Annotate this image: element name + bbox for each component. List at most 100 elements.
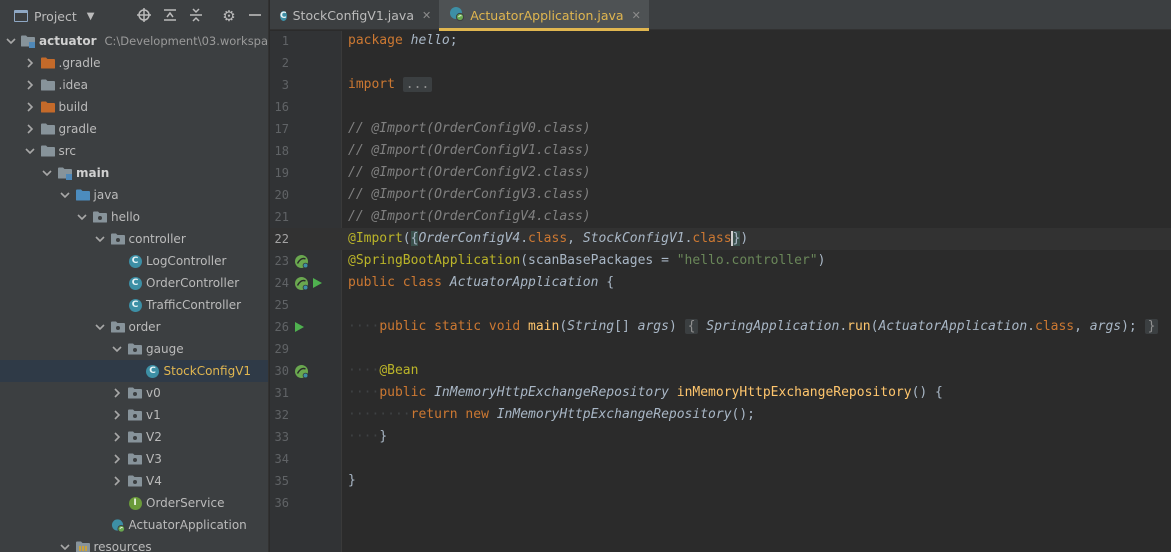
- tree-item-v1[interactable]: v1: [0, 404, 268, 426]
- chevron-right-icon[interactable]: [24, 57, 36, 69]
- code-line[interactable]: 23 @SpringBootApplication(scanBasePackage…: [270, 250, 1171, 272]
- tree-item-v2[interactable]: V2: [0, 426, 268, 448]
- tab-actuatorapplication-java[interactable]: ActuatorApplication.java ✕: [439, 0, 649, 31]
- code-line[interactable]: 34: [270, 448, 1171, 470]
- line-number: 31: [274, 386, 289, 400]
- code-token: OrderConfigV4: [418, 231, 521, 246]
- tree-item-main[interactable]: main: [0, 162, 268, 184]
- spring-bean-icon[interactable]: [294, 364, 309, 379]
- tree-item-logcontroller[interactable]: C LogController: [0, 250, 268, 272]
- tree-item-actuatorapplication[interactable]: ActuatorApplication: [0, 514, 268, 536]
- tree-item-gauge[interactable]: gauge: [0, 338, 268, 360]
- code-editor[interactable]: 1 package hello; 2 3 import ... 16 17// @Impor…: [270, 31, 1171, 552]
- code-line[interactable]: 20 // @Import(OrderConfigV3.class): [270, 184, 1171, 206]
- project-view-icon[interactable]: [14, 10, 28, 22]
- chevron-down-icon[interactable]: [111, 343, 123, 355]
- code-text: @SpringBootApplication(scanBasePackages …: [348, 250, 825, 272]
- code-line[interactable]: 29: [270, 338, 1171, 360]
- tree-item-controller[interactable]: controller: [0, 228, 268, 250]
- tree-item-v0[interactable]: v0: [0, 382, 268, 404]
- line-number: 2: [281, 56, 289, 70]
- code-line[interactable]: 2: [270, 52, 1171, 74]
- tree-item-build[interactable]: build: [0, 96, 268, 118]
- tree-item-java[interactable]: java: [0, 184, 268, 206]
- code-token: ····: [348, 429, 380, 444]
- tree-item-v4[interactable]: V4: [0, 470, 268, 492]
- tree-item-src[interactable]: src: [0, 140, 268, 162]
- code-line[interactable]: 26 ····public static void main(String[] a…: [270, 316, 1171, 338]
- tree-item-ordercontroller[interactable]: C OrderController: [0, 272, 268, 294]
- chevron-down-icon[interactable]: [94, 321, 106, 333]
- close-icon[interactable]: ✕: [422, 9, 431, 22]
- code-line[interactable]: 17 // @Import(OrderConfigV0.class): [270, 118, 1171, 140]
- code-line[interactable]: 30 ····@Bean: [270, 360, 1171, 382]
- chevron-down-icon[interactable]: [94, 233, 106, 245]
- tree-item-orderservice[interactable]: I OrderService: [0, 492, 268, 514]
- tree-item-v3[interactable]: V3: [0, 448, 268, 470]
- code-line[interactable]: 18 // @Import(OrderConfigV1.class): [270, 140, 1171, 162]
- tree-item-label: StockConfigV1: [163, 364, 252, 378]
- code-line[interactable]: 1 package hello;: [270, 30, 1171, 52]
- gear-icon[interactable]: ⚙: [221, 8, 237, 24]
- locate-icon[interactable]: [136, 8, 152, 24]
- chevron-down-icon[interactable]: [6, 35, 16, 47]
- code-line[interactable]: 36: [270, 492, 1171, 514]
- chevron-down-icon[interactable]: [24, 145, 36, 157]
- spring-bean-icon[interactable]: [294, 254, 309, 269]
- tree-item-gradle[interactable]: .gradle: [0, 52, 268, 74]
- code-token: ····: [348, 385, 380, 400]
- chevron-right-icon[interactable]: [24, 123, 36, 135]
- code-line[interactable]: 22 @Import({OrderConfigV4.class, StockCon…: [270, 228, 1171, 250]
- tree-item-stockconfigv1[interactable]: C StockConfigV1: [0, 360, 268, 382]
- tree-item-order[interactable]: order: [0, 316, 268, 338]
- chevron-right-icon[interactable]: [111, 431, 123, 443]
- project-view-title[interactable]: Project: [34, 9, 77, 24]
- close-icon[interactable]: ✕: [632, 9, 641, 22]
- chevron-right-icon[interactable]: [111, 409, 123, 421]
- spring-bean-icon[interactable]: [294, 276, 309, 291]
- tree-item-trafficcontroller[interactable]: C TrafficController: [0, 294, 268, 316]
- code-line[interactable]: 35}: [270, 470, 1171, 492]
- tree-item-resources[interactable]: resources: [0, 536, 268, 552]
- chevron-down-icon[interactable]: [41, 167, 53, 179]
- code-token: ): [668, 319, 685, 334]
- chevron-right-icon[interactable]: [111, 475, 123, 487]
- collapse-all-icon[interactable]: [188, 8, 204, 24]
- tab-stockconfigv1-java[interactable]: C StockConfigV1.java ✕: [270, 0, 439, 30]
- chevron-down-icon[interactable]: [59, 189, 71, 201]
- package-icon: [128, 452, 142, 466]
- run-icon[interactable]: [294, 321, 305, 333]
- chevron-right-icon[interactable]: [111, 453, 123, 465]
- code-text: package hello;: [348, 30, 458, 52]
- code-text: // @Import(OrderConfigV4.class): [348, 206, 591, 228]
- tree-item-label: .idea: [58, 78, 89, 92]
- code-line[interactable]: 16: [270, 96, 1171, 118]
- code-line[interactable]: 19 // @Import(OrderConfigV2.class): [270, 162, 1171, 184]
- tree-item-gradle[interactable]: gradle: [0, 118, 268, 140]
- tree-item-actuator[interactable]: actuator C:\Development\03.workspace: [0, 30, 268, 52]
- tree-item-idea[interactable]: .idea: [0, 74, 268, 96]
- code-line[interactable]: 31 ····public InMemoryHttpExchangeReposit…: [270, 382, 1171, 404]
- code-line[interactable]: 3 import ...: [270, 74, 1171, 96]
- code-line[interactable]: 25: [270, 294, 1171, 316]
- code-token: class: [1035, 319, 1075, 334]
- tree-item-hello[interactable]: hello: [0, 206, 268, 228]
- editor-tabs: C StockConfigV1.java ✕ ActuatorApplication.…: [270, 0, 1171, 31]
- chevron-down-icon[interactable]: [59, 541, 71, 552]
- chevron-down-icon[interactable]: ▼: [87, 11, 95, 22]
- code-line[interactable]: 21 // @Import(OrderConfigV4.class): [270, 206, 1171, 228]
- code-token: ········: [348, 407, 411, 422]
- minimize-icon[interactable]: [247, 8, 263, 24]
- code-token: class: [528, 231, 568, 246]
- gutter-icons: [294, 363, 312, 379]
- code-line[interactable]: 32 ········return new InMemoryHttpExchang…: [270, 404, 1171, 426]
- chevron-right-icon[interactable]: [111, 387, 123, 399]
- chevron-down-icon[interactable]: [76, 211, 88, 223]
- code-line[interactable]: 24 public class ActuatorApplication {: [270, 272, 1171, 294]
- code-token: hello: [410, 33, 450, 48]
- run-icon[interactable]: [312, 277, 323, 289]
- code-line[interactable]: 33 ····}: [270, 426, 1171, 448]
- chevron-right-icon[interactable]: [24, 79, 36, 91]
- chevron-right-icon[interactable]: [24, 101, 36, 113]
- expand-all-icon[interactable]: [162, 8, 178, 24]
